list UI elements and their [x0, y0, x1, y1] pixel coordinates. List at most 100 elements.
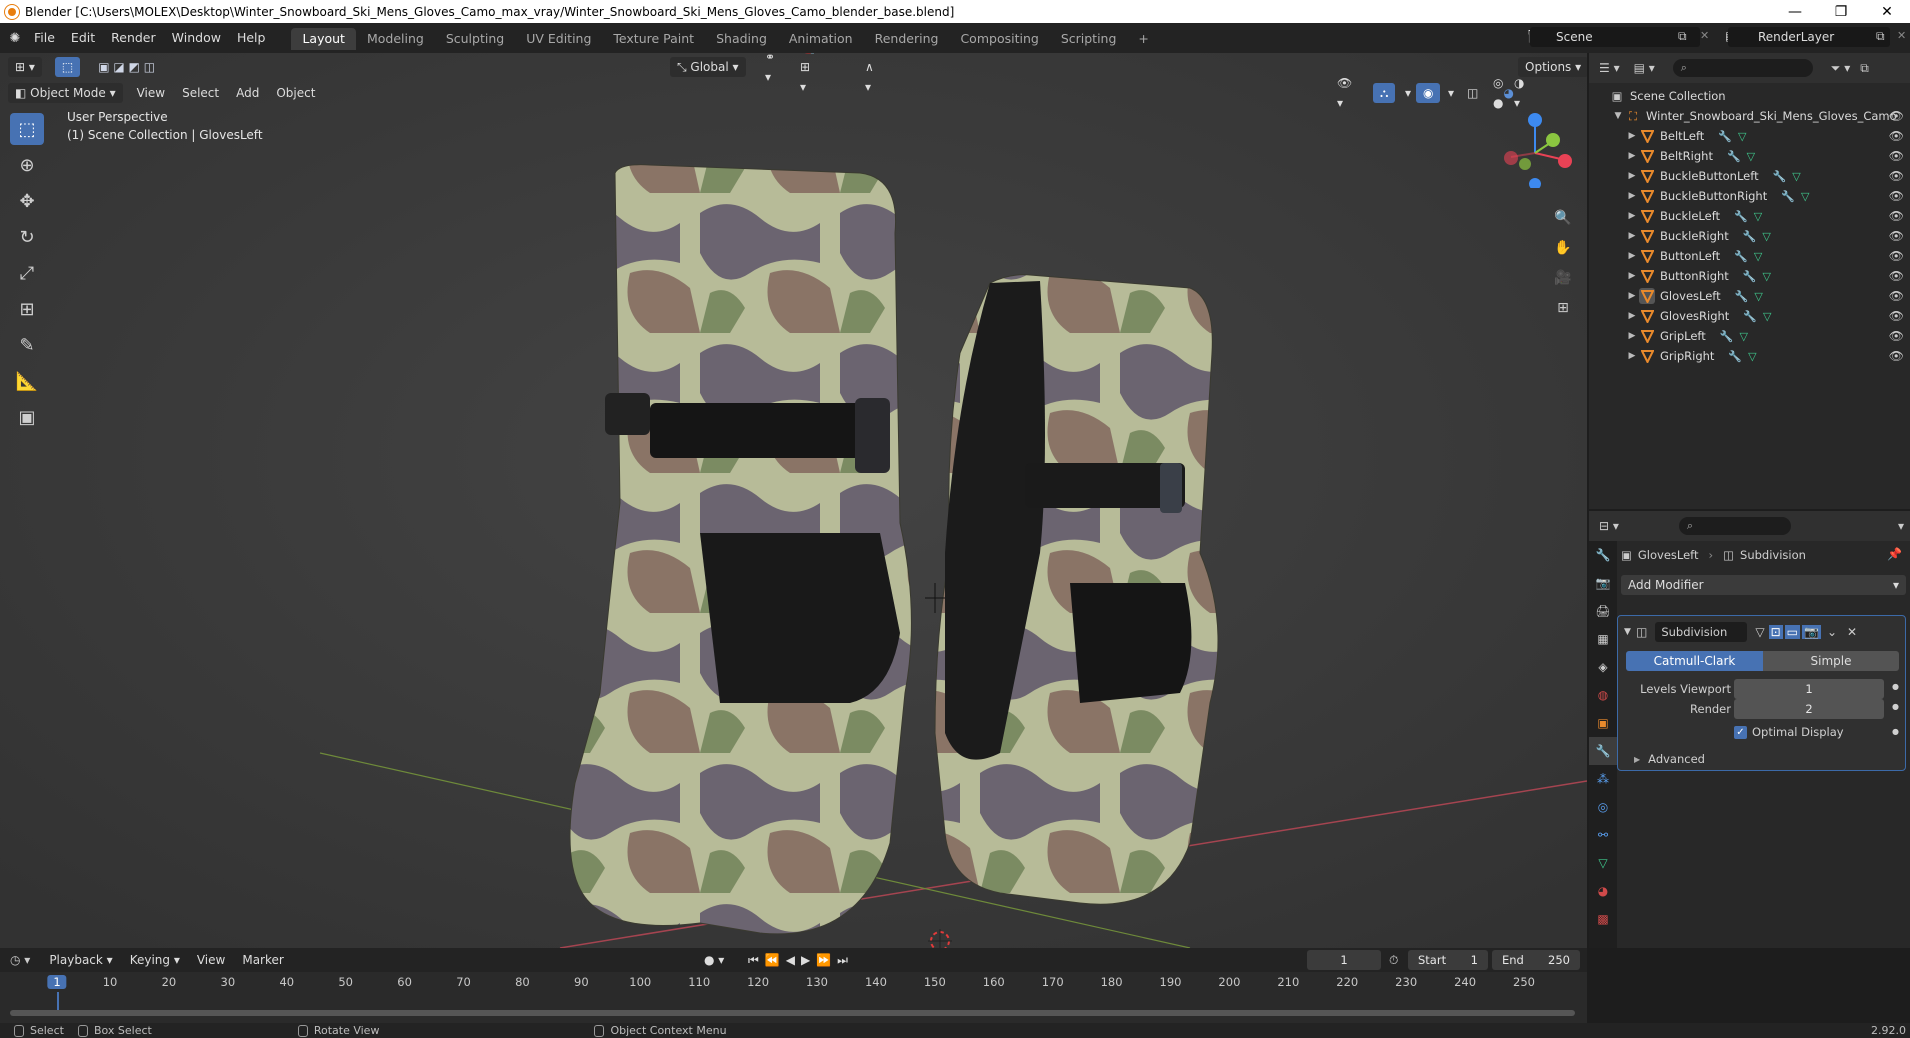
- timeline-editor-type-icon[interactable]: ◷ ▾: [10, 953, 30, 967]
- outliner-editor-type-icon[interactable]: ☰ ▾: [1599, 61, 1620, 75]
- add-cube-tool-icon[interactable]: ▣: [10, 401, 44, 433]
- menu-help[interactable]: Help: [229, 23, 274, 53]
- menu-select[interactable]: Select: [175, 83, 226, 103]
- properties-search-input[interactable]: ⌕: [1678, 517, 1791, 535]
- particles-tab-icon[interactable]: ⁂: [1589, 765, 1617, 793]
- proportional-edit-icon[interactable]: ● ∧ ▾: [858, 53, 882, 94]
- object-modifier-icons[interactable]: 🔧▽: [1720, 330, 1754, 343]
- tab-compositing[interactable]: Compositing: [949, 28, 1049, 50]
- realtime-toggle-icon[interactable]: ▭: [1784, 625, 1800, 639]
- menu-keying[interactable]: Keying ▾: [123, 950, 187, 970]
- outliner-object-row[interactable]: ▶ ButtonRight 🔧▽ 👁: [1589, 266, 1910, 286]
- view-layer-close-icon[interactable]: ✕: [1897, 29, 1906, 42]
- render-toggle-icon[interactable]: 📷: [1801, 625, 1821, 639]
- pivot-point-icon[interactable]: ⚭ ▾: [758, 53, 782, 84]
- restore-button[interactable]: ❐: [1818, 4, 1864, 20]
- outliner-display-mode-icon[interactable]: ▤ ▾: [1634, 61, 1655, 75]
- menu-window[interactable]: Window: [164, 23, 229, 53]
- view-layer-field[interactable]: RenderLayer: [1728, 27, 1890, 47]
- object-visibility-icon[interactable]: 👁: [1889, 329, 1904, 343]
- object-expand-icon[interactable]: ▶: [1625, 351, 1639, 361]
- properties-options-icon[interactable]: ▾: [1898, 519, 1904, 533]
- tab-modeling[interactable]: Modeling: [356, 28, 435, 50]
- overlay-dropdown-icon[interactable]: ▾: [1441, 83, 1461, 103]
- tab-sculpting[interactable]: Sculpting: [435, 28, 515, 50]
- tab-layout[interactable]: Layout: [291, 27, 356, 50]
- data-tab-icon[interactable]: ▽: [1589, 849, 1617, 877]
- scene-new-icon[interactable]: ⧉: [1678, 29, 1687, 44]
- outliner-object-row[interactable]: ▶ ButtonLeft 🔧▽ 👁: [1589, 246, 1910, 266]
- optimal-display-checkbox[interactable]: ✓ Optimal Display: [1734, 725, 1844, 739]
- editor-type-button[interactable]: ⊞ ▾: [8, 57, 42, 77]
- modifier-options-icon[interactable]: ⌄: [1827, 625, 1837, 639]
- view-layer-tab-icon[interactable]: ▦: [1589, 625, 1617, 653]
- object-expand-icon[interactable]: ▶: [1625, 131, 1639, 141]
- menu-add[interactable]: Add: [229, 83, 266, 103]
- pin-icon[interactable]: 📌: [1887, 547, 1902, 561]
- object-expand-icon[interactable]: ▶: [1625, 171, 1639, 181]
- edit-mode-toggle-icon[interactable]: ▽: [1755, 625, 1764, 639]
- on-cage-toggle-icon[interactable]: ⊡: [1768, 625, 1783, 639]
- object-modifier-icons[interactable]: 🔧▽: [1734, 250, 1768, 263]
- object-modifier-icons[interactable]: 🔧▽: [1728, 350, 1762, 363]
- object-modifier-icons[interactable]: 🔧▽: [1773, 170, 1807, 183]
- texture-tab-icon[interactable]: ▩: [1589, 905, 1617, 933]
- outliner-object-row[interactable]: ▶ BuckleButtonLeft 🔧▽ 👁: [1589, 166, 1910, 186]
- tab-uv-editing[interactable]: UV Editing: [515, 28, 602, 50]
- tab-scripting[interactable]: Scripting: [1050, 28, 1128, 50]
- object-expand-icon[interactable]: ▶: [1625, 291, 1639, 301]
- tab-texture-paint[interactable]: Texture Paint: [602, 28, 705, 50]
- object-modifier-icons[interactable]: 🔧▽: [1727, 150, 1761, 163]
- scene-tab-icon[interactable]: ◈: [1589, 653, 1617, 681]
- object-visibility-icon[interactable]: 👁: [1889, 269, 1904, 283]
- scene-name-field[interactable]: Scene: [1530, 27, 1700, 47]
- object-expand-icon[interactable]: ▶: [1625, 271, 1639, 281]
- object-expand-icon[interactable]: ▶: [1625, 251, 1639, 261]
- outliner-object-row[interactable]: ▶ BuckleRight 🔧▽ 👁: [1589, 226, 1910, 246]
- measure-tool-icon[interactable]: 📐: [10, 365, 44, 397]
- object-modifier-icons[interactable]: 🔧▽: [1781, 190, 1815, 203]
- object-visibility-icon[interactable]: 👁: [1889, 229, 1904, 243]
- object-visibility-icon[interactable]: 👁: [1889, 129, 1904, 143]
- object-expand-icon[interactable]: ▶: [1625, 151, 1639, 161]
- output-tab-icon[interactable]: 🖨: [1589, 597, 1617, 625]
- advanced-subpanel-toggle[interactable]: ▶ Advanced: [1634, 752, 1705, 766]
- menu-playback[interactable]: Playback ▾: [42, 950, 119, 970]
- simple-toggle[interactable]: Simple: [1763, 651, 1899, 671]
- menu-object[interactable]: Object: [269, 83, 322, 103]
- tab-animation[interactable]: Animation: [778, 28, 864, 50]
- cursor-tool-icon[interactable]: ⊕: [10, 149, 44, 181]
- timeline-scrollbar[interactable]: [10, 1010, 1575, 1016]
- selection-mode-icons[interactable]: ▣ ◪ ◩ ◫: [91, 57, 162, 77]
- outliner-object-row[interactable]: ▶ GlovesRight 🔧▽ 👁: [1589, 306, 1910, 326]
- object-tab-icon[interactable]: ▣: [1589, 709, 1617, 737]
- snap-icon[interactable]: 🧲 ⊞ ▾: [793, 53, 822, 94]
- constraints-tab-icon[interactable]: ⚯: [1589, 821, 1617, 849]
- menu-marker[interactable]: Marker: [235, 950, 290, 970]
- new-collection-icon[interactable]: ⧉: [1860, 61, 1869, 76]
- object-modifier-icons[interactable]: 🔧▽: [1734, 210, 1768, 223]
- annotate-tool-icon[interactable]: ✎: [10, 329, 44, 361]
- object-visibility-icon[interactable]: 👁: [1889, 209, 1904, 223]
- tab-rendering[interactable]: Rendering: [864, 28, 950, 50]
- tab-shading[interactable]: Shading: [705, 28, 778, 50]
- object-visibility-icon[interactable]: 👁: [1889, 289, 1904, 303]
- outliner-object-row[interactable]: ▶ BuckleButtonRight 🔧▽ 👁: [1589, 186, 1910, 206]
- collection-row[interactable]: ▼ ⛶ Winter_Snowboard_Ski_Mens_Gloves_Cam…: [1589, 106, 1910, 126]
- filter-icon[interactable]: ⏷ ▾: [1831, 61, 1850, 76]
- outliner-search-input[interactable]: ⌕: [1672, 59, 1813, 77]
- object-expand-icon[interactable]: ▶: [1625, 211, 1639, 221]
- outliner-object-row[interactable]: ▶ GlovesLeft 🔧▽ 👁: [1589, 286, 1910, 306]
- view-layer-new-icon[interactable]: ⧉: [1876, 29, 1885, 44]
- blender-menu-icon[interactable]: ✺: [4, 28, 26, 48]
- catmull-clark-toggle[interactable]: Catmull-Clark: [1626, 651, 1763, 671]
- 3d-viewport[interactable]: ⊞ ▾ ⬚ ▣ ◪ ◩ ◫ ⤡ Global ▾ ⚭ ▾ 🧲 ⊞ ▾ ● ∧ ▾…: [0, 53, 1587, 948]
- object-visibility-icon[interactable]: 👁: [1889, 169, 1904, 183]
- start-frame-field[interactable]: Start 1: [1408, 950, 1488, 970]
- render-levels-field[interactable]: 2: [1734, 699, 1884, 719]
- navigation-gizmo[interactable]: [1495, 108, 1575, 188]
- outliner-object-row[interactable]: ▶ BeltRight 🔧▽ 👁: [1589, 146, 1910, 166]
- transform-orientation-dropdown[interactable]: ⤡ Global ▾: [670, 57, 746, 77]
- object-expand-icon[interactable]: ▶: [1625, 231, 1639, 241]
- minimize-button[interactable]: —: [1772, 4, 1818, 20]
